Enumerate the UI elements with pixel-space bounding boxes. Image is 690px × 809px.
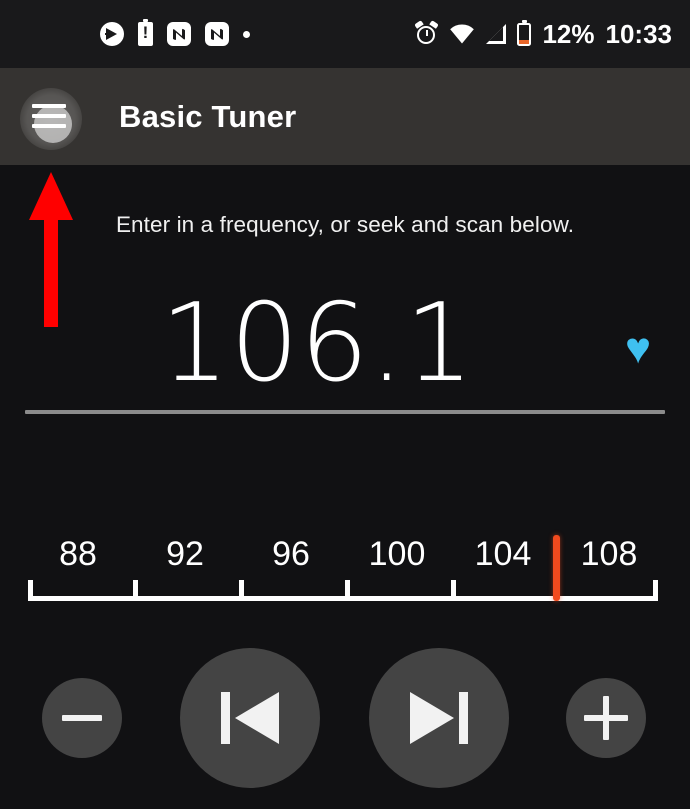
scale-label: 88 <box>59 535 97 573</box>
skip-next-icon <box>406 692 472 744</box>
page-title: Basic Tuner <box>119 98 297 134</box>
hamburger-lines <box>32 103 66 128</box>
scale-label: 92 <box>166 535 204 573</box>
app-screen: 12% 10:33 Basic Tuner Enter in a frequen… <box>0 0 690 809</box>
minus-icon <box>62 715 102 721</box>
frequency-scale[interactable]: 88 92 96 100 104 108 <box>0 530 690 610</box>
scale-tick <box>133 580 138 601</box>
frequency-row: 106.1 <box>0 285 690 405</box>
scale-label: 104 <box>474 535 532 573</box>
scale-tick <box>239 580 244 601</box>
clock-label: 10:33 <box>605 19 673 49</box>
scale-label: 96 <box>272 535 310 573</box>
notification-bolt-icon-2 <box>205 22 229 46</box>
send-arrow-icon <box>100 22 124 46</box>
scale-tick <box>653 580 658 601</box>
app-bar: Basic Tuner <box>0 68 690 165</box>
decrease-frequency-button[interactable] <box>42 678 122 758</box>
scale-tick <box>451 580 456 601</box>
more-notifications-dot-icon <box>243 30 250 38</box>
scale-baseline <box>28 596 658 601</box>
hint-text: Enter in a frequency, or seek and scan b… <box>115 212 575 237</box>
scale-tick <box>345 580 350 601</box>
plus-icon <box>584 696 628 740</box>
scale-tick <box>28 580 33 601</box>
status-bar: 12% 10:33 <box>0 0 690 68</box>
status-bar-notifications <box>100 19 250 46</box>
status-bar-system-icons: 12% 10:33 <box>414 0 673 68</box>
battery-percent-label: 12% <box>542 19 595 49</box>
favorite-heart-icon[interactable]: ♥ <box>616 327 660 371</box>
seek-next-button[interactable] <box>369 648 509 788</box>
frequency-input[interactable]: 106.1 <box>0 285 635 403</box>
alarm-clock-icon <box>414 19 440 46</box>
skip-previous-icon <box>217 692 283 744</box>
scale-labels: 88 92 96 100 104 108 <box>0 530 690 578</box>
control-buttons <box>0 645 690 809</box>
frequency-input-underline <box>25 410 665 414</box>
increase-frequency-button[interactable] <box>566 678 646 758</box>
notification-bolt-icon-1 <box>167 22 191 46</box>
cell-signal-icon <box>486 24 507 44</box>
battery-icon <box>517 19 532 46</box>
battery-alert-icon <box>138 19 153 46</box>
wifi-icon <box>449 23 475 45</box>
tuner-position-marker <box>553 535 560 601</box>
hamburger-menu-icon[interactable] <box>14 80 88 154</box>
scale-label: 100 <box>368 535 426 573</box>
scale-label: 108 <box>580 535 638 573</box>
seek-previous-button[interactable] <box>180 648 320 788</box>
